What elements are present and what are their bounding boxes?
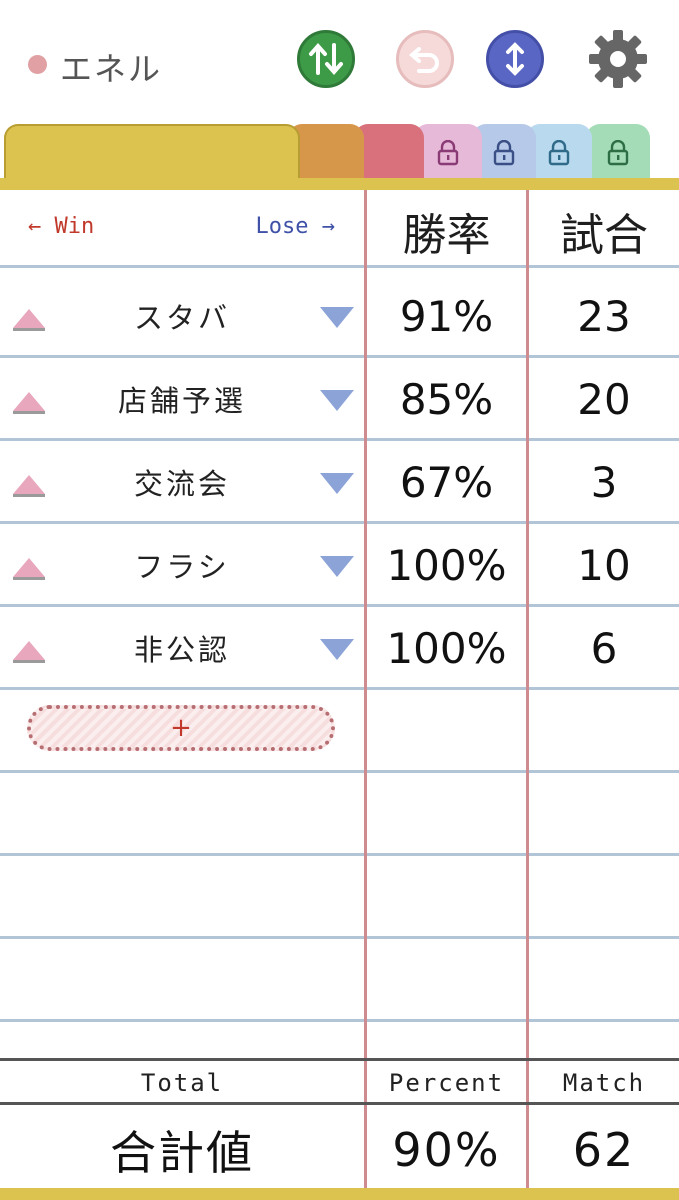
win-up-button[interactable] [13,392,45,414]
app-header: エネル [0,0,679,124]
total-name: 合計値 [110,1126,254,1180]
up-down-arrows-icon [309,42,343,76]
footer-divider [0,1058,679,1061]
column-header-rate: 勝率 [402,210,491,261]
tab-locked-green[interactable] [586,124,650,180]
ruled-line [0,265,679,268]
ruled-line [0,853,679,856]
lock-icon [437,140,459,166]
lose-down-button[interactable] [320,556,354,577]
match-label: Match [562,1069,646,1097]
win-up-button[interactable] [13,558,45,580]
win-hint: ← Win [28,214,95,239]
undo-icon [408,47,439,73]
total-games: 62 [572,1123,636,1177]
win-up-button[interactable] [13,475,45,497]
category-tabs [0,124,679,180]
row-rate: 100% [386,540,507,590]
percent-label: Percent [388,1069,505,1097]
plus-icon: + [170,713,192,743]
lock-icon [607,140,629,166]
ruled-line [0,521,679,524]
row-rate: 67% [399,457,494,507]
ruled-line [0,604,679,607]
row-name[interactable]: 店舗予選 [60,363,304,435]
lose-hint: Lose → [255,214,335,239]
row-games: 10 [577,540,631,590]
lose-down-button[interactable] [320,307,354,328]
tab-underline [0,178,679,190]
lock-icon [493,140,515,166]
settings-button[interactable] [585,26,651,92]
tab-active[interactable] [4,124,300,180]
ruled-line [0,936,679,939]
total-rate: 90% [392,1123,501,1177]
row-rate: 85% [399,374,494,424]
tab-red[interactable] [354,124,424,180]
vertical-arrows-icon [506,42,524,76]
lock-icon [548,140,570,166]
row-name[interactable]: フラシ [60,529,304,601]
player-name[interactable]: エネル [60,44,162,90]
row-games: 6 [590,623,618,673]
record-sheet: ← Win Lose → 勝率 試合 スタバ 91% 23 店舗予選 85% 2… [0,190,679,1190]
tab-locked-pink[interactable] [414,124,482,180]
row-name[interactable]: 交流会 [60,446,304,518]
win-up-button[interactable] [13,641,45,663]
row-name[interactable]: 非公認 [60,612,304,684]
ruled-line [0,1019,679,1022]
ruled-line [0,687,679,690]
add-row-button[interactable]: + [27,705,335,751]
player-color-dot [28,55,47,74]
ruled-line [0,355,679,358]
undo-button[interactable] [396,30,454,88]
gear-icon [589,30,647,88]
row-rate: 100% [386,623,507,673]
row-games: 23 [577,291,631,341]
row-games: 3 [590,457,618,507]
row-rate: 91% [399,291,494,341]
row-name[interactable]: スタバ [60,280,304,352]
ruled-line [0,438,679,441]
lose-down-button[interactable] [320,639,354,660]
footer-divider [0,1102,679,1105]
total-label: Total [140,1069,224,1097]
ruled-line [0,770,679,773]
sort-button[interactable] [297,30,355,88]
row-games: 20 [577,374,631,424]
lose-down-button[interactable] [320,390,354,411]
swap-button[interactable] [486,30,544,88]
bottom-band [0,1188,679,1200]
lose-down-button[interactable] [320,473,354,494]
win-up-button[interactable] [13,309,45,331]
column-header-games: 試合 [560,210,648,261]
